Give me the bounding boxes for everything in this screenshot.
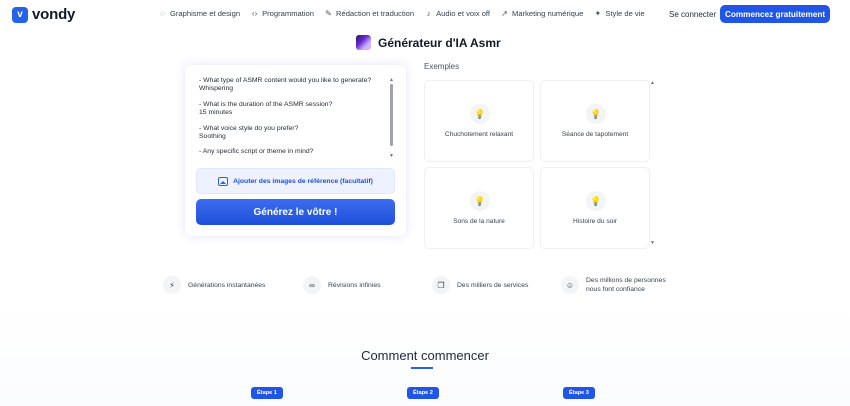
example-label: Séance de tapotement — [561, 131, 629, 138]
question-item: - Any specific script or theme in mind? — [199, 148, 385, 156]
start-free-button[interactable]: Commencez gratuitement — [720, 5, 830, 23]
feature-label: Générations instantanées — [188, 281, 266, 289]
nav-label: Programmation — [262, 9, 314, 18]
feature-label: Des milliers de services — [457, 281, 529, 289]
question-item: - What voice style do you prefer? Soothin… — [199, 125, 385, 142]
lightbulb-icon: 💡 — [586, 191, 606, 211]
example-label: Histoire du soir — [573, 218, 617, 225]
examples-heading: Exemples — [424, 62, 460, 71]
lightbulb-icon: 💡 — [586, 104, 606, 124]
example-label: Sons de la nature — [453, 218, 505, 225]
image-icon — [218, 176, 229, 186]
category-nav: ◌ Graphisme et design ‹› Programmation ✎ Ré… — [158, 9, 655, 18]
scroll-down-arrow-icon[interactable]: ▼ — [389, 153, 394, 159]
step-badge: Étape 2 — [407, 387, 439, 399]
feature-services: ❐ Des milliers de services — [432, 276, 528, 294]
nav-label: Marketing numérique — [512, 9, 584, 18]
question-text: - What is the duration of the ASMR sessi… — [199, 100, 333, 108]
feature-trust: ☺ Des millions de personnes nous font co… — [561, 276, 672, 294]
top-bar: v vondy ◌ Graphisme et design ‹› Programma… — [0, 0, 850, 30]
vondy-logo[interactable]: v vondy — [12, 6, 75, 23]
question-item: - What type of ASMR content would you li… — [199, 77, 385, 94]
answer-text: Soothing — [199, 133, 226, 141]
generate-button[interactable]: Générez le vôtre ! — [196, 199, 395, 225]
logo-text: vondy — [32, 6, 76, 23]
nav-item-writing[interactable]: ✎ Rédaction et traduction — [324, 9, 414, 18]
feature-label: Des millions de personnes nous font conf… — [586, 277, 666, 293]
example-card[interactable]: 💡 Séance de tapotement — [540, 80, 650, 162]
title-underline — [411, 367, 433, 369]
music-icon: ♪ — [426, 9, 431, 18]
nav-item-design[interactable]: ◌ Graphisme et design — [158, 9, 240, 18]
prompt-textarea[interactable]: - What type of ASMR content would you li… — [199, 77, 385, 169]
palette-icon: ◌ — [160, 9, 165, 18]
answer-text: 15 minutes — [199, 109, 233, 117]
lightning-icon: ⚡ — [163, 276, 181, 294]
step-badge: Étape 3 — [563, 387, 595, 399]
lightbulb-icon: 💡 — [470, 191, 490, 211]
login-link[interactable]: Se connecter — [669, 10, 716, 19]
feature-revisions: ∞ Révisions infinies — [303, 276, 381, 294]
example-label: Chuchotement relaxant — [444, 131, 514, 138]
lightbulb-icon: 💡 — [470, 104, 490, 124]
nav-label: Rédaction et traduction — [336, 9, 415, 18]
examples-scroll-up-icon[interactable]: ▲ — [650, 80, 655, 86]
nav-item-programming[interactable]: ‹› Programmation — [250, 9, 314, 18]
logo-mark-icon: v — [12, 6, 28, 23]
page-title: Générateur d'IA Asmr — [356, 35, 501, 50]
feature-instant: ⚡ Générations instantanées — [163, 276, 265, 294]
feature-label: Révisions infinies — [328, 281, 381, 289]
answer-text: Whispering — [199, 85, 233, 93]
nav-label: Audio et voix off — [436, 9, 491, 18]
add-reference-label: Ajouter des images de référence (faculta… — [233, 177, 373, 185]
example-card[interactable]: 💡 Sons de la nature — [424, 167, 534, 249]
nav-item-marketing[interactable]: ↗ Marketing numérique — [500, 9, 583, 18]
services-icon: ❐ — [432, 276, 450, 294]
nav-label: Graphisme et design — [170, 9, 241, 18]
pen-icon: ✎ — [325, 9, 332, 18]
trending-icon: ↗ — [501, 9, 508, 18]
nav-item-audio[interactable]: ♪ Audio et voix off — [424, 9, 490, 18]
example-card[interactable]: 💡 Histoire du soir — [540, 167, 650, 249]
question-text: - What type of ASMR content would you li… — [199, 77, 372, 84]
users-icon: ☺ — [561, 276, 579, 294]
example-card[interactable]: 💡 Chuchotement relaxant — [424, 80, 534, 162]
nav-label: Style de vie — [605, 9, 645, 18]
question-text: - What voice style do you prefer? — [199, 124, 299, 132]
scroll-up-arrow-icon[interactable]: ▲ — [389, 77, 394, 83]
add-reference-images-button[interactable]: Ajouter des images de référence (faculta… — [196, 168, 395, 194]
code-icon: ‹› — [251, 9, 258, 18]
step-badge: Étape 1 — [251, 387, 283, 399]
asmr-thumbnail-icon — [356, 35, 371, 50]
page-title-text: Générateur d'IA Asmr — [378, 35, 501, 50]
sparkle-icon: ✦ — [594, 9, 602, 18]
question-item: - What is the duration of the ASMR sessi… — [199, 101, 385, 118]
generator-form: - What type of ASMR content would you li… — [185, 65, 406, 236]
nav-item-lifestyle[interactable]: ✦ Style de vie — [593, 9, 645, 18]
infinity-icon: ∞ — [303, 276, 321, 294]
how-to-start-title: Comment commencer — [361, 348, 489, 363]
examples-scroll-down-icon[interactable]: ▼ — [650, 240, 655, 246]
question-text: - Any specific script or theme in mind? — [199, 148, 314, 156]
textarea-scrollbar[interactable] — [390, 84, 393, 146]
